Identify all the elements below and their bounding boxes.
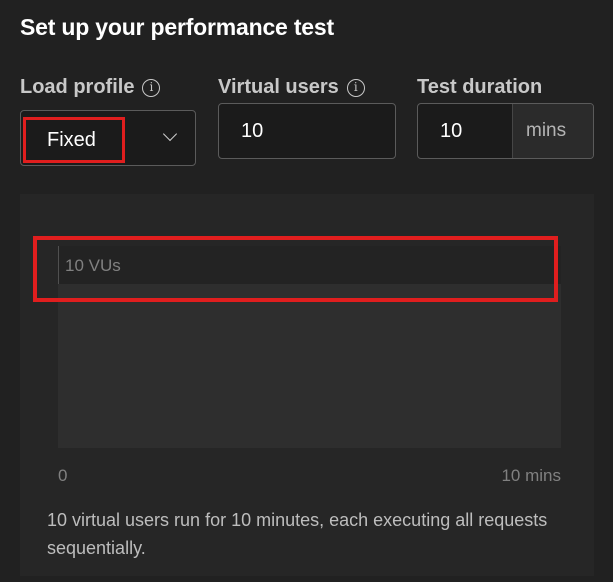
highlight-annotation xyxy=(33,236,558,302)
info-icon[interactable]: i xyxy=(346,78,365,97)
x-axis-end-label: 10 mins xyxy=(501,466,561,485)
load-profile-label-row: Load profile i xyxy=(20,76,161,99)
test-duration-input[interactable]: 10 xyxy=(418,104,512,158)
virtual-users-input[interactable]: 10 xyxy=(218,103,396,159)
test-duration-label-row: Test duration xyxy=(417,76,542,99)
test-description: 10 virtual users run for 10 minutes, eac… xyxy=(47,510,548,558)
page-title: Set up your performance test xyxy=(20,14,334,40)
test-duration-unit: mins xyxy=(512,104,593,158)
virtual-users-label: Virtual users xyxy=(218,76,339,98)
load-profile-selected-value: Fixed xyxy=(23,117,125,163)
load-profile-label: Load profile xyxy=(20,76,135,98)
test-duration-label: Test duration xyxy=(417,76,543,98)
chevron-down-icon[interactable] xyxy=(162,126,178,142)
x-axis-start-label: 0 xyxy=(58,466,68,485)
info-icon[interactable]: i xyxy=(142,78,161,97)
virtual-users-label-row: Virtual users i xyxy=(218,76,365,99)
load-profile-select[interactable]: Fixed xyxy=(20,110,196,166)
test-duration-field: 10 mins xyxy=(417,103,594,159)
